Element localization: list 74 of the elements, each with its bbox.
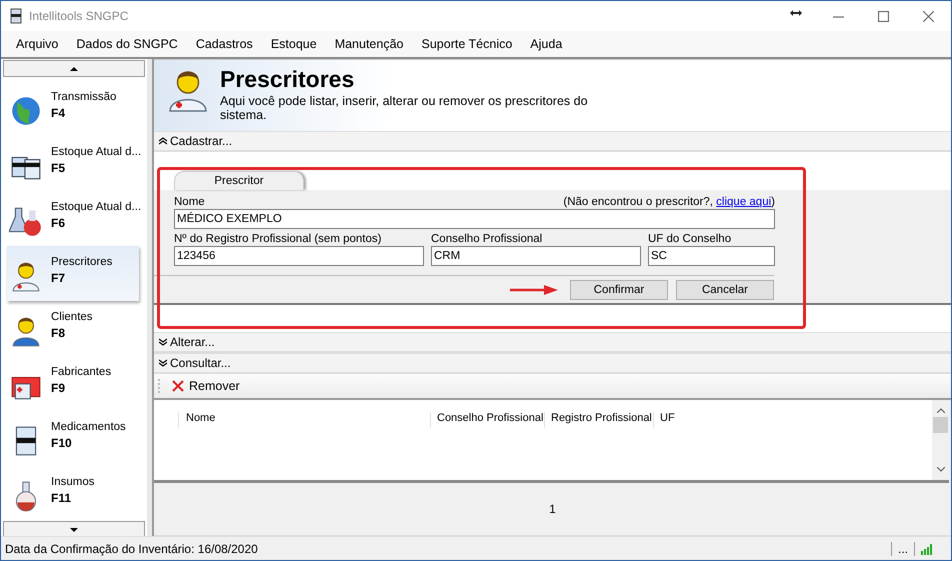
sidebar-item[interactable]: Transmissão F4 <box>3 81 139 136</box>
shortcut-key: F11 <box>51 491 94 505</box>
field-label: Conselho Profissional <box>431 233 544 245</box>
shortcut-key: F10 <box>51 436 126 450</box>
chevron-icon <box>159 338 167 346</box>
menu-item[interactable]: Manutenção <box>326 37 412 51</box>
sidebar-item[interactable]: Clientes F8 <box>3 301 139 356</box>
page-title: Prescritores <box>220 66 356 92</box>
sidebar-item[interactable]: Prescritores F7 <box>7 246 139 301</box>
field-label: Nº do Registro Profissional (sem pontos) <box>174 233 382 245</box>
section-header[interactable]: Cadastrar... <box>154 131 951 152</box>
column-header[interactable]: UF <box>653 412 713 428</box>
sidebar-item[interactable]: Medicamentos F10 <box>3 411 139 466</box>
remove-button[interactable]: Remover <box>168 379 244 393</box>
item-label: Estoque Atual d... <box>51 201 142 213</box>
scroll-up-button[interactable] <box>3 60 145 77</box>
item-label: Insumos <box>51 476 94 488</box>
resize-arrow-icon <box>790 10 802 16</box>
item-label: Prescritores <box>51 256 112 268</box>
signal-icon <box>921 542 935 554</box>
maximize-icon[interactable] <box>878 10 889 22</box>
menu-item[interactable]: Cadastros <box>186 37 262 51</box>
input-field[interactable]: CRM <box>431 246 641 266</box>
form-button[interactable]: Confirmar <box>570 280 668 300</box>
input-field[interactable]: MÉDICO EXEMPLO <box>174 209 775 229</box>
window-title: Intellitools SNGPC <box>29 9 128 23</box>
input-field[interactable]: 123456 <box>174 246 424 266</box>
column-header[interactable]: Registro Profissional <box>544 412 653 428</box>
sidebar-item[interactable]: Insumos F11 <box>3 466 139 521</box>
item-label: Estoque Atual d... <box>51 146 142 158</box>
help-link[interactable]: clique aqui <box>716 196 772 208</box>
scrollbar[interactable] <box>932 400 949 480</box>
menu-item[interactable]: Suporte Técnico <box>412 37 522 51</box>
arrow <box>510 285 558 295</box>
item-label: Transmissão <box>51 91 116 103</box>
shortcut-key: F4 <box>51 106 116 120</box>
status-text: Data da Confirmação do Inventário: 16/08/2020 <box>5 542 258 556</box>
item-label: Fabricantes <box>51 366 112 378</box>
column-header[interactable]: Conselho Profissional <box>430 412 544 428</box>
shortcut-key: F6 <box>51 216 142 230</box>
menu-item[interactable]: Estoque <box>262 37 326 51</box>
hint-text: (Não encontrou o prescritor?, clique aqui) <box>563 196 775 208</box>
item-label: Clientes <box>51 311 93 323</box>
shortcut-key: F5 <box>51 161 142 175</box>
sidebar-item[interactable]: Estoque Atual d... F5 <box>3 136 139 191</box>
menu-item[interactable]: Dados do SNGPC <box>67 37 187 51</box>
page-number[interactable]: 1 <box>549 502 556 516</box>
up-arrow-icon <box>70 66 78 70</box>
down-arrow-icon <box>70 528 78 532</box>
section-header[interactable]: Alterar... <box>154 332 951 353</box>
field-label: UF do Conselho <box>648 233 732 245</box>
globe-icon <box>9 94 43 128</box>
chevron-icon <box>159 359 167 367</box>
column-header[interactable]: Nome <box>178 412 430 428</box>
form-button[interactable]: Cancelar <box>676 280 774 300</box>
item-label: Medicamentos <box>51 421 126 433</box>
close-icon[interactable] <box>923 10 934 22</box>
app-icon <box>9 8 23 24</box>
field-label: Nome <box>174 196 205 208</box>
input-field[interactable]: SC <box>648 246 775 266</box>
scrollbar-thumb[interactable] <box>933 417 948 433</box>
sidebar-item[interactable]: Fabricantes F9 <box>3 356 139 411</box>
close-icon <box>172 380 184 392</box>
page-description: Aqui você pode listar, inserir, alterar ou remover os prescritores do sistema. <box>220 94 589 122</box>
sidebar-item[interactable]: Estoque Atual d... F6 <box>3 191 139 246</box>
chevron-icon <box>159 137 167 145</box>
section-header[interactable]: Consultar... <box>154 353 951 374</box>
shortcut-key: F9 <box>51 381 112 395</box>
form-tab[interactable]: Prescritor <box>174 171 304 190</box>
shortcut-key: F8 <box>51 326 93 340</box>
status-more[interactable]: ... <box>890 542 915 556</box>
shortcut-key: F7 <box>51 271 112 285</box>
menu-item[interactable]: Ajuda <box>521 37 572 51</box>
menu-item[interactable]: Arquivo <box>7 37 68 51</box>
